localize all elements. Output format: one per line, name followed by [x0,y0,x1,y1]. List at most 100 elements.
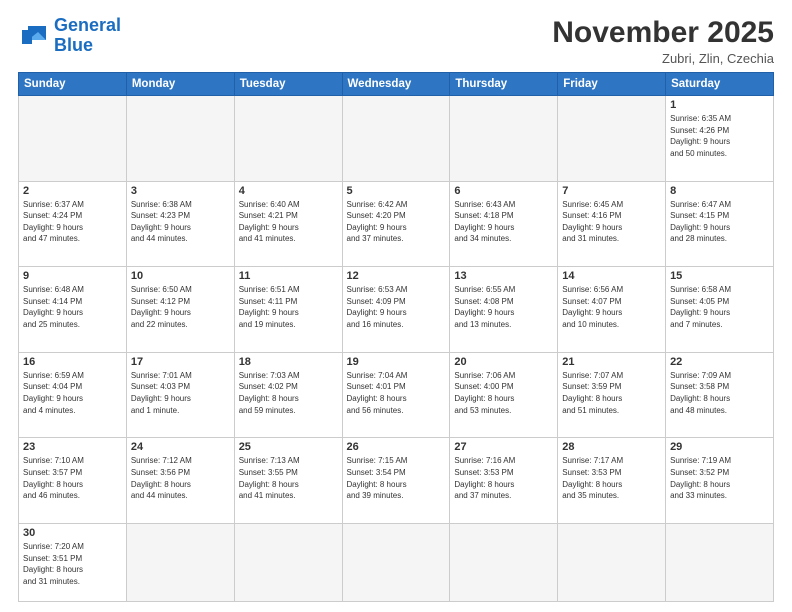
day-number: 19 [347,356,446,368]
day-number: 8 [670,185,769,197]
day-number: 21 [562,356,661,368]
day-info: Sunrise: 7:15 AMSunset: 3:54 PMDaylight:… [347,455,446,501]
week-row-5: 23Sunrise: 7:10 AMSunset: 3:57 PMDayligh… [19,438,774,524]
weekday-header-saturday: Saturday [666,73,774,96]
calendar-cell: 14Sunrise: 6:56 AMSunset: 4:07 PMDayligh… [558,267,666,353]
day-number: 10 [131,270,230,282]
logo: General Blue [18,16,121,56]
weekday-header-sunday: Sunday [19,73,127,96]
calendar-cell: 7 Sunrise: 6:45 AMSunset: 4:16 PMDaylight… [558,181,666,267]
calendar-cell: 3 Sunrise: 6:38 AMSunset: 4:23 PMDaylight… [126,181,234,267]
calendar-cell: 26 Sunrise: 7:15 AMSunset: 3:54 PMDayligh… [342,438,450,524]
day-info: Sunrise: 7:19 AMSunset: 3:52 PMDaylight:… [670,455,769,501]
calendar-cell: 19 Sunrise: 7:04 AMSunset: 4:01 PMDayligh… [342,352,450,438]
calendar-cell: 10Sunrise: 6:50 AMSunset: 4:12 PMDayligh… [126,267,234,353]
day-info: Sunrise: 6:38 AMSunset: 4:23 PMDaylight:… [131,199,230,245]
day-number: 1 [670,99,769,111]
calendar-cell: 2Sunrise: 6:37 AMSunset: 4:24 PMDaylight… [19,181,127,267]
calendar-cell: 16 Sunrise: 6:59 AMSunset: 4:04 PMDayligh… [19,352,127,438]
calendar-cell [234,96,342,182]
day-info: Sunrise: 6:56 AMSunset: 4:07 PMDaylight:… [562,284,661,330]
day-number: 26 [347,441,446,453]
calendar-cell [342,524,450,602]
location: Zubri, Zlin, Czechia [552,51,774,66]
calendar-cell: 1 Sunrise: 6:35 AMSunset: 4:26 PMDaylight… [666,96,774,182]
day-number: 3 [131,185,230,197]
weekday-header-row: SundayMondayTuesdayWednesdayThursdayFrid… [19,73,774,96]
calendar-cell: 28 Sunrise: 7:17 AMSunset: 3:53 PMDayligh… [558,438,666,524]
day-number: 5 [347,185,446,197]
weekday-header-tuesday: Tuesday [234,73,342,96]
logo-icon [18,22,50,50]
day-number: 7 [562,185,661,197]
calendar-table: SundayMondayTuesdayWednesdayThursdayFrid… [18,72,774,602]
day-number: 30 [23,527,122,539]
day-number: 13 [454,270,553,282]
calendar-cell: 4 Sunrise: 6:40 AMSunset: 4:21 PMDaylight… [234,181,342,267]
day-info: Sunrise: 6:35 AMSunset: 4:26 PMDaylight:… [670,113,769,159]
weekday-header-monday: Monday [126,73,234,96]
day-info: Sunrise: 6:40 AMSunset: 4:21 PMDaylight:… [239,199,338,245]
day-info: Sunrise: 7:16 AMSunset: 3:53 PMDaylight:… [454,455,553,501]
day-number: 4 [239,185,338,197]
day-number: 27 [454,441,553,453]
calendar-cell [450,96,558,182]
calendar-cell: 13Sunrise: 6:55 AMSunset: 4:08 PMDayligh… [450,267,558,353]
day-info: Sunrise: 7:17 AMSunset: 3:53 PMDaylight:… [562,455,661,501]
calendar-cell: 6 Sunrise: 6:43 AMSunset: 4:18 PMDaylight… [450,181,558,267]
day-info: Sunrise: 7:03 AMSunset: 4:02 PMDaylight:… [239,370,338,416]
day-number: 24 [131,441,230,453]
month-title: November 2025 [552,16,774,49]
day-number: 16 [23,356,122,368]
day-number: 2 [23,185,122,197]
day-info: Sunrise: 6:47 AMSunset: 4:15 PMDaylight:… [670,199,769,245]
week-row-2: 2Sunrise: 6:37 AMSunset: 4:24 PMDaylight… [19,181,774,267]
calendar-cell: 25 Sunrise: 7:13 AMSunset: 3:55 PMDayligh… [234,438,342,524]
calendar-cell: 30 Sunrise: 7:20 AMSunset: 3:51 PMDayligh… [19,524,127,602]
day-info: Sunrise: 6:53 AMSunset: 4:09 PMDaylight:… [347,284,446,330]
day-number: 25 [239,441,338,453]
logo-text: General Blue [54,16,121,56]
day-info: Sunrise: 7:01 AMSunset: 4:03 PMDaylight:… [131,370,230,416]
header: General Blue November 2025 Zubri, Zlin, … [18,16,774,66]
calendar-cell [126,524,234,602]
week-row-1: 1 Sunrise: 6:35 AMSunset: 4:26 PMDaylight… [19,96,774,182]
day-info: Sunrise: 6:48 AMSunset: 4:14 PMDaylight:… [23,284,122,330]
calendar-cell [450,524,558,602]
day-number: 15 [670,270,769,282]
calendar-cell: 22 Sunrise: 7:09 AMSunset: 3:58 PMDayligh… [666,352,774,438]
day-number: 23 [23,441,122,453]
calendar-cell [342,96,450,182]
day-info: Sunrise: 7:06 AMSunset: 4:00 PMDaylight:… [454,370,553,416]
day-info: Sunrise: 6:59 AMSunset: 4:04 PMDaylight:… [23,370,122,416]
day-number: 6 [454,185,553,197]
day-number: 18 [239,356,338,368]
day-info: Sunrise: 7:07 AMSunset: 3:59 PMDaylight:… [562,370,661,416]
day-number: 20 [454,356,553,368]
day-info: Sunrise: 7:09 AMSunset: 3:58 PMDaylight:… [670,370,769,416]
day-info: Sunrise: 6:58 AMSunset: 4:05 PMDaylight:… [670,284,769,330]
weekday-header-thursday: Thursday [450,73,558,96]
day-number: 22 [670,356,769,368]
day-info: Sunrise: 7:20 AMSunset: 3:51 PMDaylight:… [23,541,122,587]
calendar-cell: 29 Sunrise: 7:19 AMSunset: 3:52 PMDayligh… [666,438,774,524]
calendar-cell: 21 Sunrise: 7:07 AMSunset: 3:59 PMDayligh… [558,352,666,438]
weekday-header-friday: Friday [558,73,666,96]
day-info: Sunrise: 6:45 AMSunset: 4:16 PMDaylight:… [562,199,661,245]
title-block: November 2025 Zubri, Zlin, Czechia [552,16,774,66]
week-row-6: 30 Sunrise: 7:20 AMSunset: 3:51 PMDayligh… [19,524,774,602]
day-info: Sunrise: 7:13 AMSunset: 3:55 PMDaylight:… [239,455,338,501]
calendar-cell: 20 Sunrise: 7:06 AMSunset: 4:00 PMDayligh… [450,352,558,438]
day-number: 28 [562,441,661,453]
page: General Blue November 2025 Zubri, Zlin, … [0,0,792,612]
calendar-cell: 8 Sunrise: 6:47 AMSunset: 4:15 PMDaylight… [666,181,774,267]
calendar-cell: 5 Sunrise: 6:42 AMSunset: 4:20 PMDaylight… [342,181,450,267]
day-info: Sunrise: 6:42 AMSunset: 4:20 PMDaylight:… [347,199,446,245]
week-row-3: 9Sunrise: 6:48 AMSunset: 4:14 PMDaylight… [19,267,774,353]
day-info: Sunrise: 7:12 AMSunset: 3:56 PMDaylight:… [131,455,230,501]
day-info: Sunrise: 7:04 AMSunset: 4:01 PMDaylight:… [347,370,446,416]
day-info: Sunrise: 6:43 AMSunset: 4:18 PMDaylight:… [454,199,553,245]
calendar-cell [126,96,234,182]
day-number: 29 [670,441,769,453]
week-row-4: 16 Sunrise: 6:59 AMSunset: 4:04 PMDayligh… [19,352,774,438]
